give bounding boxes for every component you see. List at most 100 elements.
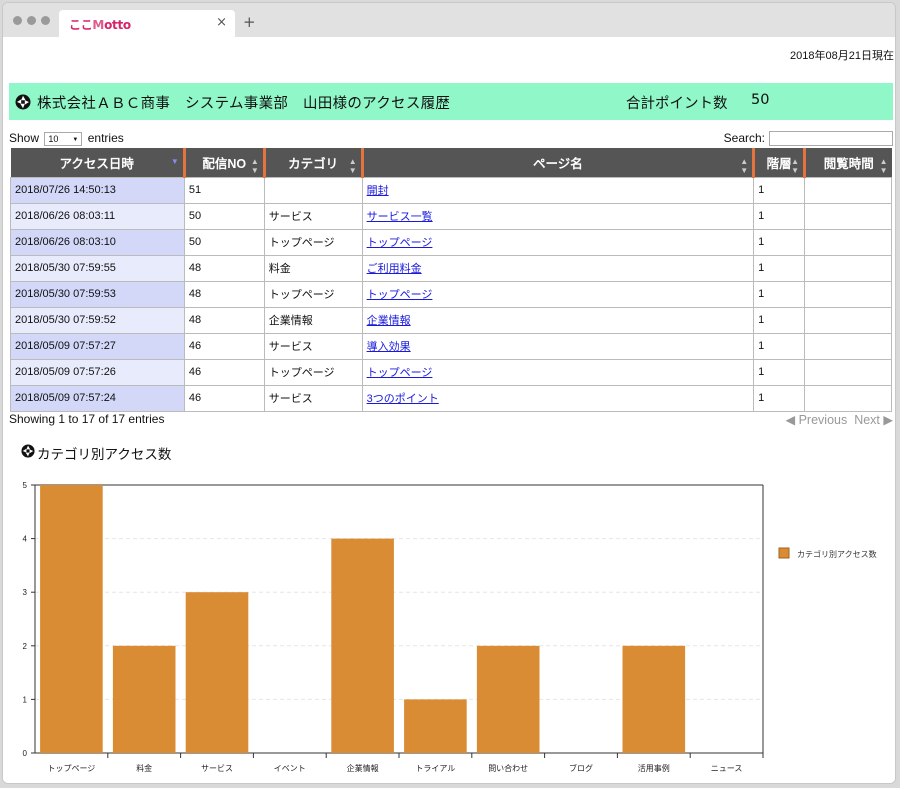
- cell-page-name: サービス一覧: [361, 202, 755, 230]
- bar-3[interactable]: [185, 592, 249, 753]
- sort-icon[interactable]: ▲ ▼: [791, 157, 799, 175]
- cell-level: 1: [753, 306, 806, 334]
- cell-view-time: [804, 202, 892, 230]
- cell-page-name: トップページ: [361, 280, 755, 308]
- x-tick-label: トライアル: [415, 764, 455, 773]
- window-dot-icon[interactable]: [27, 16, 36, 25]
- sort-icon[interactable]: ▲ ▼: [740, 157, 748, 175]
- page-link[interactable]: トップページ: [367, 367, 433, 379]
- category-access-chart: 0 1 2 3 4 5 トップページ 料金 サービス イベント 企業情報 トライアル 問い合わせ ブログ 活…: [23, 481, 877, 773]
- search-input[interactable]: [769, 131, 893, 147]
- column-header-access-datetime[interactable]: アクセス日時 ▼: [10, 148, 185, 177]
- page-link[interactable]: トップページ: [367, 237, 433, 249]
- cell-page-name: トップページ: [361, 358, 755, 386]
- bar-1[interactable]: [40, 485, 103, 753]
- cell-delivery-no: 48: [183, 280, 265, 308]
- window-dot-icon[interactable]: [13, 16, 22, 25]
- entries-control: Show 10 entries: [9, 131, 124, 146]
- access-history-table: アクセス日時 ▼ 配信NO ▲ ▼ カテゴリ ▲ ▼ ページ名 ▲ ▼ 階層 ▲ ▼ 閲覧時間 ▲ ▼…: [10, 148, 892, 412]
- table-row: 2018/05/09 07:57:27 46 サービス 導入効果 1: [10, 332, 892, 360]
- window-dot-icon[interactable]: [41, 16, 50, 25]
- bar-7[interactable]: [476, 645, 540, 753]
- new-tab-button[interactable]: +: [243, 13, 256, 31]
- page-link[interactable]: 開封: [367, 185, 389, 197]
- cell-level: 1: [753, 176, 806, 204]
- table-row: 2018/06/26 08:03:10 50 トップページ トップページ 1: [10, 228, 892, 256]
- bar-2[interactable]: [112, 645, 176, 753]
- cell-delivery-no: 46: [183, 384, 265, 412]
- cell-page-name: トップページ: [361, 228, 755, 256]
- page-link[interactable]: 企業情報: [367, 315, 411, 327]
- entries-select[interactable]: 10: [44, 131, 83, 146]
- page-link[interactable]: ご利用料金: [367, 263, 422, 275]
- cell-category: トップページ: [263, 228, 363, 256]
- x-tick-label: トップページ: [47, 764, 95, 773]
- table-row: 2018/07/26 14:50:13 51 開封 1: [10, 176, 892, 204]
- cell-delivery-no: 51: [183, 176, 265, 204]
- cell-level: 1: [753, 202, 806, 230]
- browser-tab[interactable]: ここMotto ×: [59, 10, 235, 37]
- next-arrow-icon: ▶: [883, 413, 893, 427]
- table-row: 2018/05/09 07:57:26 46 トップページ トップページ 1: [10, 358, 892, 386]
- search-control: Search:: [724, 131, 893, 147]
- y-tick-label: 3: [23, 588, 28, 597]
- cell-page-name: 導入効果: [361, 332, 755, 360]
- aperture-icon: [21, 444, 35, 458]
- cell-level: 1: [753, 332, 806, 360]
- cell-category: サービス: [263, 384, 363, 412]
- cell-delivery-no: 48: [183, 254, 265, 282]
- pagination: ◀ Previous Next ▶: [785, 412, 893, 427]
- cell-delivery-no: 50: [183, 202, 265, 230]
- cell-level: 1: [753, 228, 806, 256]
- next-button[interactable]: Next ▶: [854, 413, 893, 427]
- previous-button[interactable]: ◀ Previous: [785, 413, 847, 427]
- bar-5[interactable]: [331, 538, 394, 753]
- tab-close-button[interactable]: ×: [216, 15, 227, 30]
- cell-level: 1: [753, 384, 806, 412]
- bar-9[interactable]: [622, 645, 686, 753]
- x-tick-label: ニュース: [711, 764, 743, 773]
- table-body: 2018/07/26 14:50:13 51 開封 1 2018/06/26 0…: [10, 176, 892, 412]
- cell-datetime: 2018/05/30 07:59:52: [10, 306, 185, 334]
- column-header-page-name[interactable]: ページ名 ▲ ▼: [360, 148, 754, 177]
- cell-level: 1: [753, 254, 806, 282]
- table-header-row: アクセス日時 ▼ 配信NO ▲ ▼ カテゴリ ▲ ▼ ページ名 ▲ ▼ 階層 ▲ ▼ 閲覧時間 ▲ ▼: [10, 148, 892, 177]
- table-info: Showing 1 to 17 of 17 entries: [9, 412, 165, 426]
- x-tick-label: ブログ: [569, 763, 593, 773]
- cell-delivery-no: 46: [183, 332, 265, 360]
- page-link[interactable]: サービス一覧: [367, 211, 433, 223]
- column-header-level[interactable]: 階層 ▲ ▼: [752, 148, 805, 177]
- cell-delivery-no: 46: [183, 358, 265, 386]
- sort-icon[interactable]: ▲ ▼: [349, 157, 357, 175]
- cell-view-time: [804, 332, 892, 360]
- cell-category: [263, 176, 363, 204]
- cell-view-time: [804, 306, 892, 334]
- cell-page-name: 開封: [361, 176, 755, 204]
- cell-datetime: 2018/06/26 08:03:10: [10, 228, 185, 256]
- x-tick-label: 問い合わせ: [488, 763, 528, 773]
- cell-category: サービス: [263, 202, 363, 230]
- y-tick-label: 5: [23, 481, 28, 490]
- page-link[interactable]: 導入効果: [367, 341, 411, 353]
- points-label: 合計ポイント数: [626, 96, 728, 112]
- entries-label: entries: [87, 131, 124, 145]
- table-row: 2018/05/30 07:59:55 48 料金 ご利用料金 1: [10, 254, 892, 282]
- column-header-delivery-no[interactable]: 配信NO ▲ ▼: [182, 148, 265, 177]
- previous-arrow-icon: ◀: [785, 413, 796, 427]
- cell-view-time: [804, 384, 892, 412]
- cell-category: トップページ: [263, 280, 363, 308]
- cell-datetime: 2018/05/30 07:59:55: [10, 254, 185, 282]
- sort-icon[interactable]: ▲ ▼: [251, 157, 259, 175]
- sort-icon[interactable]: ▲ ▼: [880, 157, 888, 175]
- column-header-category[interactable]: カテゴリ ▲ ▼: [262, 148, 363, 177]
- cell-page-name: 企業情報: [361, 306, 755, 334]
- x-tick-label: サービス: [201, 764, 233, 773]
- column-header-view-time[interactable]: 閲覧時間 ▲ ▼: [803, 148, 892, 177]
- cell-view-time: [804, 280, 892, 308]
- cell-datetime: 2018/07/26 14:50:13: [10, 176, 185, 204]
- sort-desc-icon[interactable]: ▼: [171, 157, 179, 166]
- bar-6[interactable]: [404, 699, 467, 753]
- page-link[interactable]: 3つのポイント: [367, 393, 439, 405]
- page-link[interactable]: トップページ: [367, 289, 433, 301]
- cell-view-time: [804, 176, 892, 204]
